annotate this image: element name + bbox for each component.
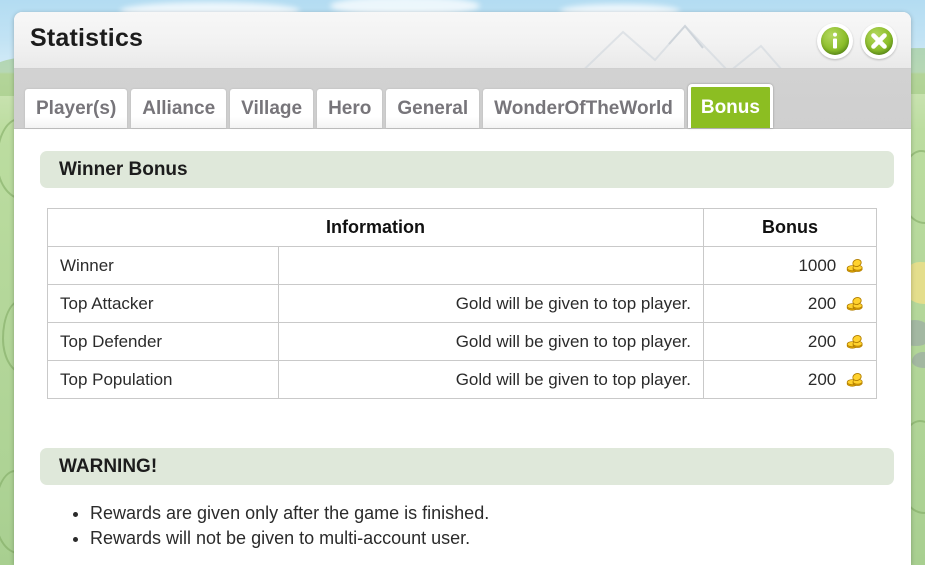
column-header-bonus: Bonus (703, 208, 877, 247)
table-row: Top Attacker Gold will be given to top p… (47, 284, 877, 323)
close-glyph-icon (871, 33, 887, 49)
tab-label: Village (241, 98, 303, 119)
row-description: Gold will be given to top player. (277, 322, 705, 361)
table-head: Information Bonus (47, 208, 877, 247)
close-button[interactable] (861, 23, 897, 59)
table-header-row: Information Bonus (47, 208, 877, 247)
tab-label: Hero (328, 98, 372, 119)
winner-bonus-table: Information Bonus Winner 1000 Top Attack… (47, 208, 877, 399)
info-button[interactable] (817, 23, 853, 59)
gold-coins-icon (846, 258, 863, 273)
rock-decoration (912, 352, 925, 368)
tab-general[interactable]: General (386, 89, 480, 128)
tab-label: Alliance (142, 98, 216, 119)
tab-alliance[interactable]: Alliance (131, 89, 227, 128)
table-row: Top Defender Gold will be given to top p… (47, 322, 877, 361)
gold-coins-icon (846, 372, 863, 387)
bonus-amount: 200 (807, 331, 837, 351)
tab-village[interactable]: Village (230, 89, 314, 128)
table-row: Winner 1000 (47, 246, 877, 285)
tab-label: WonderOfTheWorld (494, 98, 673, 119)
tab-players[interactable]: Player(s) (25, 89, 128, 128)
winner-bonus-heading-label: Winner Bonus (59, 158, 188, 180)
row-label: Top Attacker (47, 284, 279, 323)
tab-hero[interactable]: Hero (317, 89, 383, 128)
bonus-amount: 200 (807, 369, 837, 389)
gold-coins-icon (846, 334, 863, 349)
gold-coins-icon (846, 296, 863, 311)
row-description: Gold will be given to top player. (277, 360, 705, 399)
row-label: Top Population (47, 360, 279, 399)
statistics-dialog: Statistics Player(s) Alliance Village He… (14, 12, 911, 565)
table-body: Winner 1000 Top Attacker Gold will be gi… (47, 246, 877, 399)
tab-label: General (397, 98, 469, 119)
row-description (277, 246, 705, 285)
page-title: Statistics (30, 24, 144, 52)
row-bonus: 200 (703, 284, 877, 323)
warning-list: Rewards are given only after the game is… (14, 501, 911, 550)
row-bonus: 200 (703, 322, 877, 361)
row-label: Winner (47, 246, 279, 285)
row-bonus: 200 (703, 360, 877, 399)
bonus-amount: 200 (807, 293, 837, 313)
table-row: Top Population Gold will be given to top… (47, 360, 877, 399)
column-header-information: Information (47, 208, 704, 247)
bonus-amount: 1000 (798, 255, 837, 275)
list-item: Rewards are given only after the game is… (90, 501, 911, 525)
warning-heading: WARNING! (40, 448, 894, 485)
tab-wonderoftheworld[interactable]: WonderOfTheWorld (483, 89, 684, 128)
dialog-content: Winner Bonus Information Bonus Winner 10… (14, 151, 911, 565)
list-item: Rewards will not be given to multi-accou… (90, 526, 911, 550)
row-description: Gold will be given to top player. (277, 284, 705, 323)
dialog-titlebar: Statistics (14, 12, 911, 69)
tab-label: Player(s) (36, 98, 117, 119)
tab-bar: Player(s) Alliance Village Hero General … (14, 69, 911, 129)
mountain-watermark-icon (584, 24, 782, 68)
tab-label: Bonus (700, 97, 760, 118)
winner-bonus-heading: Winner Bonus (40, 151, 894, 188)
tab-list: Player(s) Alliance Village Hero General … (25, 84, 773, 128)
tab-bonus[interactable]: Bonus (687, 84, 773, 128)
info-glyph-icon (833, 32, 837, 49)
row-bonus: 1000 (703, 246, 877, 285)
row-label: Top Defender (47, 322, 279, 361)
warning-heading-label: WARNING! (59, 455, 158, 477)
